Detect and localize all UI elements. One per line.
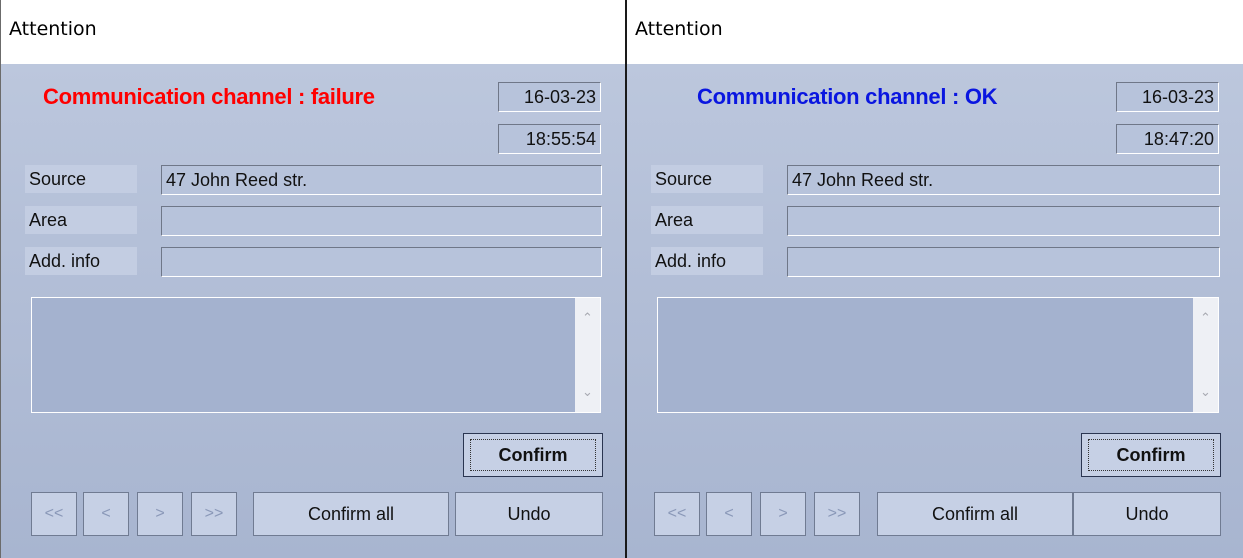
confirm-all-button[interactable]: Confirm all <box>877 492 1073 536</box>
area-label: Area <box>25 206 137 234</box>
next-button[interactable]: > <box>760 492 806 536</box>
undo-button[interactable]: Undo <box>455 492 603 536</box>
chevron-down-icon[interactable]: ⌄ <box>1193 384 1218 400</box>
dialog-body: Communication channel : failure 16-03-23… <box>1 64 625 558</box>
window-title: Attention <box>9 18 97 40</box>
source-field[interactable]: 47 John Reed str. <box>787 165 1220 195</box>
area-label: Area <box>651 206 763 234</box>
memo-scrollbar[interactable]: ⌃ ⌄ <box>575 298 600 412</box>
add-info-field[interactable] <box>787 247 1220 277</box>
event-headline: Communication channel : failure <box>43 84 375 109</box>
add-info-label: Add. info <box>25 247 137 275</box>
memo-scrollbar[interactable]: ⌃ ⌄ <box>1193 298 1218 412</box>
event-date: 16-03-23 <box>1116 82 1219 112</box>
add-info-label: Add. info <box>651 247 763 275</box>
details-memo[interactable]: ⌃ ⌄ <box>31 297 601 413</box>
undo-button[interactable]: Undo <box>1073 492 1221 536</box>
area-field[interactable] <box>787 206 1220 236</box>
chevron-up-icon[interactable]: ⌃ <box>575 310 600 326</box>
next-button[interactable]: > <box>137 492 183 536</box>
source-field[interactable]: 47 John Reed str. <box>161 165 602 195</box>
source-label: Source <box>25 165 137 193</box>
confirm-button[interactable]: Confirm <box>1081 433 1221 477</box>
source-label: Source <box>651 165 763 193</box>
confirm-button[interactable]: Confirm <box>463 433 603 477</box>
event-time: 18:55:54 <box>498 124 601 154</box>
window-title: Attention <box>635 18 723 40</box>
event-date: 16-03-23 <box>498 82 601 112</box>
prev-button[interactable]: < <box>706 492 752 536</box>
last-button[interactable]: >> <box>191 492 237 536</box>
chevron-up-icon[interactable]: ⌃ <box>1193 310 1218 326</box>
title-bar: Attention <box>1 0 625 64</box>
add-info-field[interactable] <box>161 247 602 277</box>
details-memo[interactable]: ⌃ ⌄ <box>657 297 1219 413</box>
confirm-label: Confirm <box>1116 445 1186 465</box>
title-bar: Attention <box>627 0 1243 64</box>
last-button[interactable]: >> <box>814 492 860 536</box>
confirm-label: Confirm <box>498 445 568 465</box>
event-headline: Communication channel : OK <box>697 84 998 109</box>
confirm-all-button[interactable]: Confirm all <box>253 492 449 536</box>
prev-button[interactable]: < <box>83 492 129 536</box>
first-button[interactable]: << <box>654 492 700 536</box>
attention-dialog-failure: Attention Communication channel : failur… <box>0 0 625 558</box>
event-time: 18:47:20 <box>1116 124 1219 154</box>
attention-dialog-ok: Attention Communication channel : OK 16-… <box>625 0 1243 558</box>
area-field[interactable] <box>161 206 602 236</box>
first-button[interactable]: << <box>31 492 77 536</box>
chevron-down-icon[interactable]: ⌄ <box>575 384 600 400</box>
dialog-body: Communication channel : OK 16-03-23 18:4… <box>627 64 1243 558</box>
